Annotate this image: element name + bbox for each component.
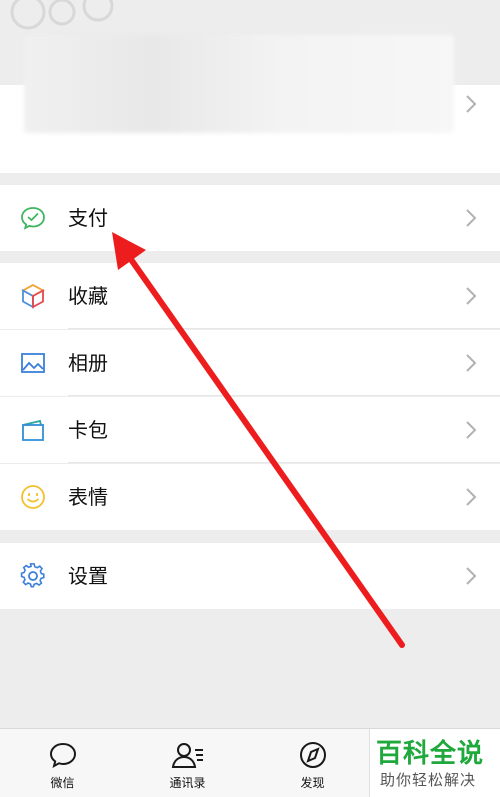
nav-label-discover: 发现	[300, 776, 325, 790]
nav-item-discover[interactable]: 发现	[250, 729, 375, 797]
nav-label-contacts: 通讯录	[169, 776, 206, 790]
nav-item-contacts[interactable]: 通讯录	[125, 729, 250, 797]
contacts-icon	[171, 743, 203, 768]
watermark-logo: 百科全说 助你轻松解决	[369, 729, 500, 797]
watermark-subtitle: 助你轻松解决	[380, 771, 477, 789]
nav-item-chats[interactable]: 微信	[0, 729, 125, 797]
discover-icon	[299, 742, 326, 768]
watermark-title: 百科全说	[376, 739, 485, 769]
annotation-arrow	[112, 232, 405, 648]
chats-icon	[49, 742, 76, 768]
nav-label-chats: 微信	[50, 776, 75, 790]
